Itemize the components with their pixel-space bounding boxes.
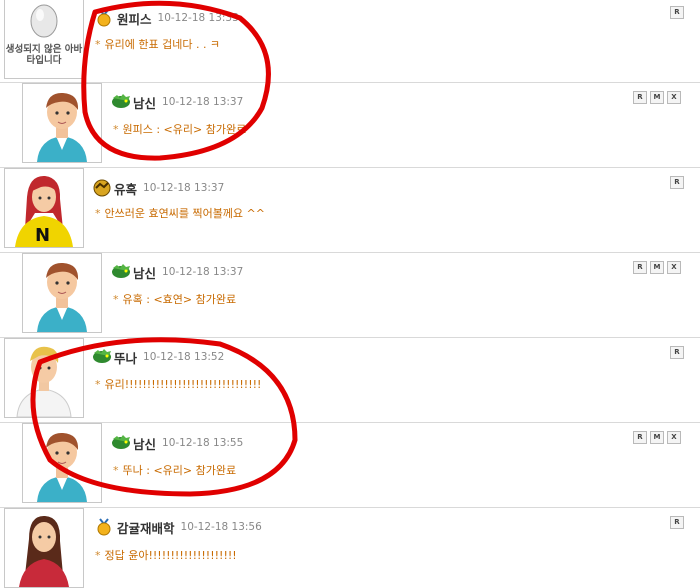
comment-row: 뚜나 10-12-18 13:52 * 유리!!!!!!!!!!!!!!!!!!!… bbox=[0, 338, 700, 422]
timestamp: 10-12-18 13:37 bbox=[162, 266, 244, 278]
comment-message: 유리에 한표 겁네다 . . ㅋ bbox=[104, 38, 221, 51]
svg-text:N: N bbox=[35, 225, 50, 246]
comment-text: * 유리!!!!!!!!!!!!!!!!!!!!!!!!!!!!!!! bbox=[95, 376, 261, 392]
gold-dragon-icon bbox=[92, 179, 112, 197]
comment-message: 뚜나 : <유리> 참가완료 bbox=[122, 464, 237, 477]
delete-button[interactable]: X bbox=[667, 91, 681, 104]
timestamp: 10-12-18 13:33 bbox=[157, 12, 239, 24]
bullet-star: * bbox=[95, 207, 101, 220]
comment-text: * 뚜나 : <유리> 참가완료 bbox=[113, 462, 236, 478]
comment-text: * 정답 윤아!!!!!!!!!!!!!!!!!!!! bbox=[95, 547, 237, 563]
bullet-star: * bbox=[113, 464, 119, 477]
blonde-avatar[interactable] bbox=[4, 338, 84, 418]
modify-button[interactable]: M bbox=[650, 91, 664, 104]
author-name[interactable]: 남신 bbox=[133, 93, 156, 112]
timestamp: 10-12-18 13:37 bbox=[143, 182, 225, 194]
green-dragon-icon bbox=[111, 434, 131, 452]
girl-avatar[interactable] bbox=[4, 508, 84, 588]
timestamp: 10-12-18 13:55 bbox=[162, 437, 244, 449]
green-dragon-icon bbox=[92, 348, 112, 366]
comment-row: 감귤재배학 10-12-18 13:56 * 정답 윤아!!!!!!!!!!!!!… bbox=[0, 508, 700, 588]
author-name[interactable]: 뚜나 bbox=[114, 348, 137, 367]
timestamp: 10-12-18 13:56 bbox=[180, 521, 262, 533]
author-name[interactable]: 남신 bbox=[133, 263, 156, 282]
comment-message: 원피스 : <유리> 참가완료 bbox=[122, 123, 247, 136]
comment-text: * 유혹 : <효연> 참가완료 bbox=[113, 291, 236, 307]
green-dragon-icon bbox=[111, 263, 131, 281]
comment-message: 유혹 : <효연> 참가완료 bbox=[122, 293, 237, 306]
boy-avatar[interactable] bbox=[22, 253, 102, 333]
reply-button[interactable]: R bbox=[633, 431, 647, 444]
author-name[interactable]: 유혹 bbox=[114, 179, 137, 198]
comment-message: 정답 윤아!!!!!!!!!!!!!!!!!!!! bbox=[104, 549, 237, 562]
green-dragon-icon bbox=[111, 93, 131, 111]
comment-row: 남신 10-12-18 13:37 * 원피스 : <유리> 참가완료 R M X bbox=[0, 83, 700, 167]
bullet-star: * bbox=[95, 378, 101, 391]
reply-button[interactable]: R bbox=[670, 176, 684, 189]
author-name[interactable]: 남신 bbox=[133, 434, 156, 453]
modify-button[interactable]: M bbox=[650, 261, 664, 274]
reply-button[interactable]: R bbox=[670, 346, 684, 359]
timestamp: 10-12-18 13:37 bbox=[162, 96, 244, 108]
author-name[interactable]: 감귤재배학 bbox=[117, 518, 175, 537]
bullet-star: * bbox=[113, 293, 119, 306]
bullet-star: * bbox=[95, 549, 101, 562]
timestamp: 10-12-18 13:52 bbox=[143, 351, 225, 363]
comment-row: 남신 10-12-18 13:55 * 뚜나 : <유리> 참가완료 R M X bbox=[0, 423, 700, 507]
comment-text: * 안쓰러운 효연씨를 찍어볼께요 ^^ bbox=[95, 205, 265, 221]
bullet-star: * bbox=[95, 38, 101, 51]
comment-message: 안쓰러운 효연씨를 찍어볼께요 ^^ bbox=[104, 207, 265, 220]
bullet-star: * bbox=[113, 123, 119, 136]
reply-button[interactable]: R bbox=[670, 516, 684, 529]
gold-medal-icon bbox=[95, 9, 115, 27]
egg-placeholder-avatar[interactable]: 생성되지 않은 아바타입니다 bbox=[4, 0, 84, 79]
comment-row: 생성되지 않은 아바타입니다 원피스 10-12-18 13:33 * 유리에 한… bbox=[0, 0, 700, 82]
gold-medal-icon bbox=[95, 518, 115, 536]
delete-button[interactable]: X bbox=[667, 261, 681, 274]
author-name[interactable]: 원피스 bbox=[117, 9, 152, 28]
redhair-n-shirt-avatar[interactable]: N bbox=[4, 168, 84, 248]
boy-avatar[interactable] bbox=[22, 83, 102, 163]
avatar-placeholder-text: 생성되지 않은 아바타입니다 bbox=[5, 44, 83, 66]
comment-text: * 유리에 한표 겁네다 . . ㅋ bbox=[95, 36, 220, 52]
reply-button[interactable]: R bbox=[633, 91, 647, 104]
modify-button[interactable]: M bbox=[650, 431, 664, 444]
reply-button[interactable]: R bbox=[670, 6, 684, 19]
reply-button[interactable]: R bbox=[633, 261, 647, 274]
comment-row: N 유혹 10-12-18 13:37 * 안쓰러운 효연씨를 찍어볼께요 ^^ … bbox=[0, 168, 700, 252]
comment-row: 남신 10-12-18 13:37 * 유혹 : <효연> 참가완료 R M X bbox=[0, 253, 700, 337]
comment-text: * 원피스 : <유리> 참가완료 bbox=[113, 121, 246, 137]
delete-button[interactable]: X bbox=[667, 431, 681, 444]
comment-message: 유리!!!!!!!!!!!!!!!!!!!!!!!!!!!!!!! bbox=[104, 378, 262, 391]
boy-avatar[interactable] bbox=[22, 423, 102, 503]
